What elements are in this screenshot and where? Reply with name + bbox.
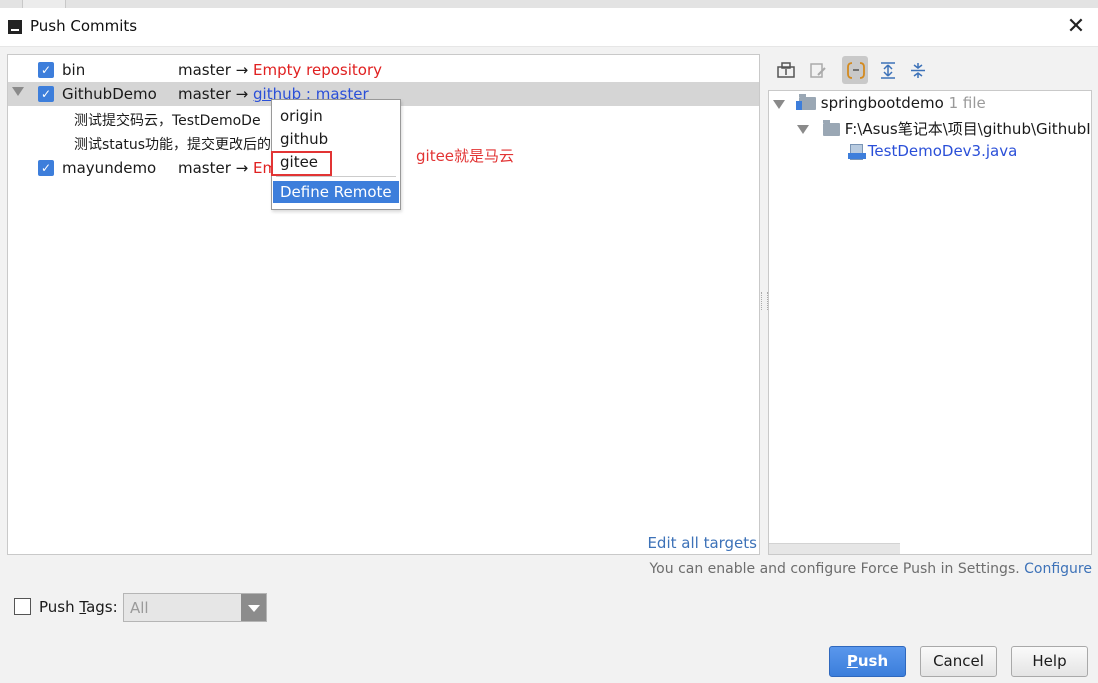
repo-checkbox-bin[interactable]: ✓ <box>38 62 54 78</box>
tree-expand-icon[interactable] <box>797 120 809 138</box>
collapse-all-icon[interactable] <box>904 56 930 84</box>
view-options-icon[interactable] <box>772 56 798 84</box>
window-title: Push Commits <box>30 17 138 35</box>
tree-node-file[interactable]: TestDemoDev3.java <box>848 142 1018 160</box>
repo-checkbox-mayundemo[interactable]: ✓ <box>38 160 54 176</box>
local-branch: master → <box>178 85 249 103</box>
push-spec: master → Empty repository <box>178 61 382 79</box>
expand-all-icon[interactable] <box>874 56 900 84</box>
file-name: TestDemoDev3.java <box>867 142 1018 160</box>
commit-item[interactable]: 测试status功能，提交更改后的 <box>74 134 271 154</box>
push-tags-checkbox[interactable] <box>14 598 31 615</box>
changed-files-tree: springbootdemo 1 file F:\Asus笔记本\项目\gith… <box>768 90 1092 555</box>
horizontal-scrollbar[interactable] <box>769 543 900 554</box>
force-push-hint: You can enable and configure Force Push … <box>649 561 1092 577</box>
module-file-count: 1 file <box>948 94 986 112</box>
module-name: springbootdemo <box>820 94 944 112</box>
push-tags-label[interactable]: Push Tags: <box>39 598 118 616</box>
close-icon[interactable]: ✕ <box>1062 13 1090 41</box>
push-label-rest: ush <box>857 652 889 670</box>
folder-icon <box>823 120 840 136</box>
edit-source-icon[interactable] <box>804 56 830 84</box>
menu-item-define-remote[interactable]: Define Remote <box>273 181 399 203</box>
push-button[interactable]: Push <box>829 646 906 677</box>
title-bar: Push Commits ✕ <box>0 8 1098 47</box>
tree-node-module[interactable]: springbootdemo 1 file <box>796 94 986 112</box>
local-branch: master → <box>178 61 249 79</box>
repo-name: GithubDemo <box>62 85 157 103</box>
push-mnemonic: P <box>846 652 858 670</box>
push-tags-label-prefix: Push <box>39 598 80 616</box>
push-tags-label-suffix: ags: <box>86 598 118 616</box>
folder-path: F:\Asus笔记本\项目\github\GithubI <box>844 120 1091 138</box>
group-by-directory-icon[interactable] <box>842 56 868 84</box>
push-tags-value: All <box>130 599 149 617</box>
repo-name: bin <box>62 61 86 79</box>
annotation-highlight-box <box>271 151 332 176</box>
menu-separator <box>276 176 396 177</box>
tree-node-folder[interactable]: F:\Asus笔记本\项目\github\GithubI <box>823 118 1091 139</box>
chevron-down-icon[interactable] <box>241 594 266 621</box>
java-file-icon <box>848 143 866 160</box>
panel-splitter-handle[interactable] <box>761 292 768 310</box>
commit-item[interactable]: 测试提交码云，TestDemoDe <box>74 110 261 130</box>
repo-checkbox-githubdemo[interactable]: ✓ <box>38 86 54 102</box>
local-branch: master → <box>178 159 249 177</box>
background-ide-strip <box>0 0 1098 9</box>
annotation-text: gitee就是马云 <box>416 147 515 165</box>
cancel-button[interactable]: Cancel <box>920 646 997 677</box>
repo-row-bin[interactable]: ✓ bin master → Empty repository <box>8 58 759 82</box>
push-target: Empty repository <box>253 61 383 79</box>
repo-name: mayundemo <box>62 159 157 177</box>
push-tags-select[interactable]: All <box>123 593 267 622</box>
intellij-app-icon <box>8 20 22 34</box>
help-button[interactable]: Help <box>1011 646 1088 677</box>
module-folder-icon <box>796 94 816 110</box>
hint-text: You can enable and configure Force Push … <box>649 561 1020 577</box>
menu-item-origin[interactable]: origin <box>280 107 323 125</box>
menu-item-github[interactable]: github <box>280 130 328 148</box>
tree-expand-icon[interactable] <box>773 95 785 113</box>
expand-arrow-icon[interactable] <box>12 87 24 96</box>
edit-all-targets-link[interactable]: Edit all targets <box>647 534 757 552</box>
push-spec: master → Em <box>178 159 277 177</box>
configure-link[interactable]: Configure <box>1024 561 1092 577</box>
